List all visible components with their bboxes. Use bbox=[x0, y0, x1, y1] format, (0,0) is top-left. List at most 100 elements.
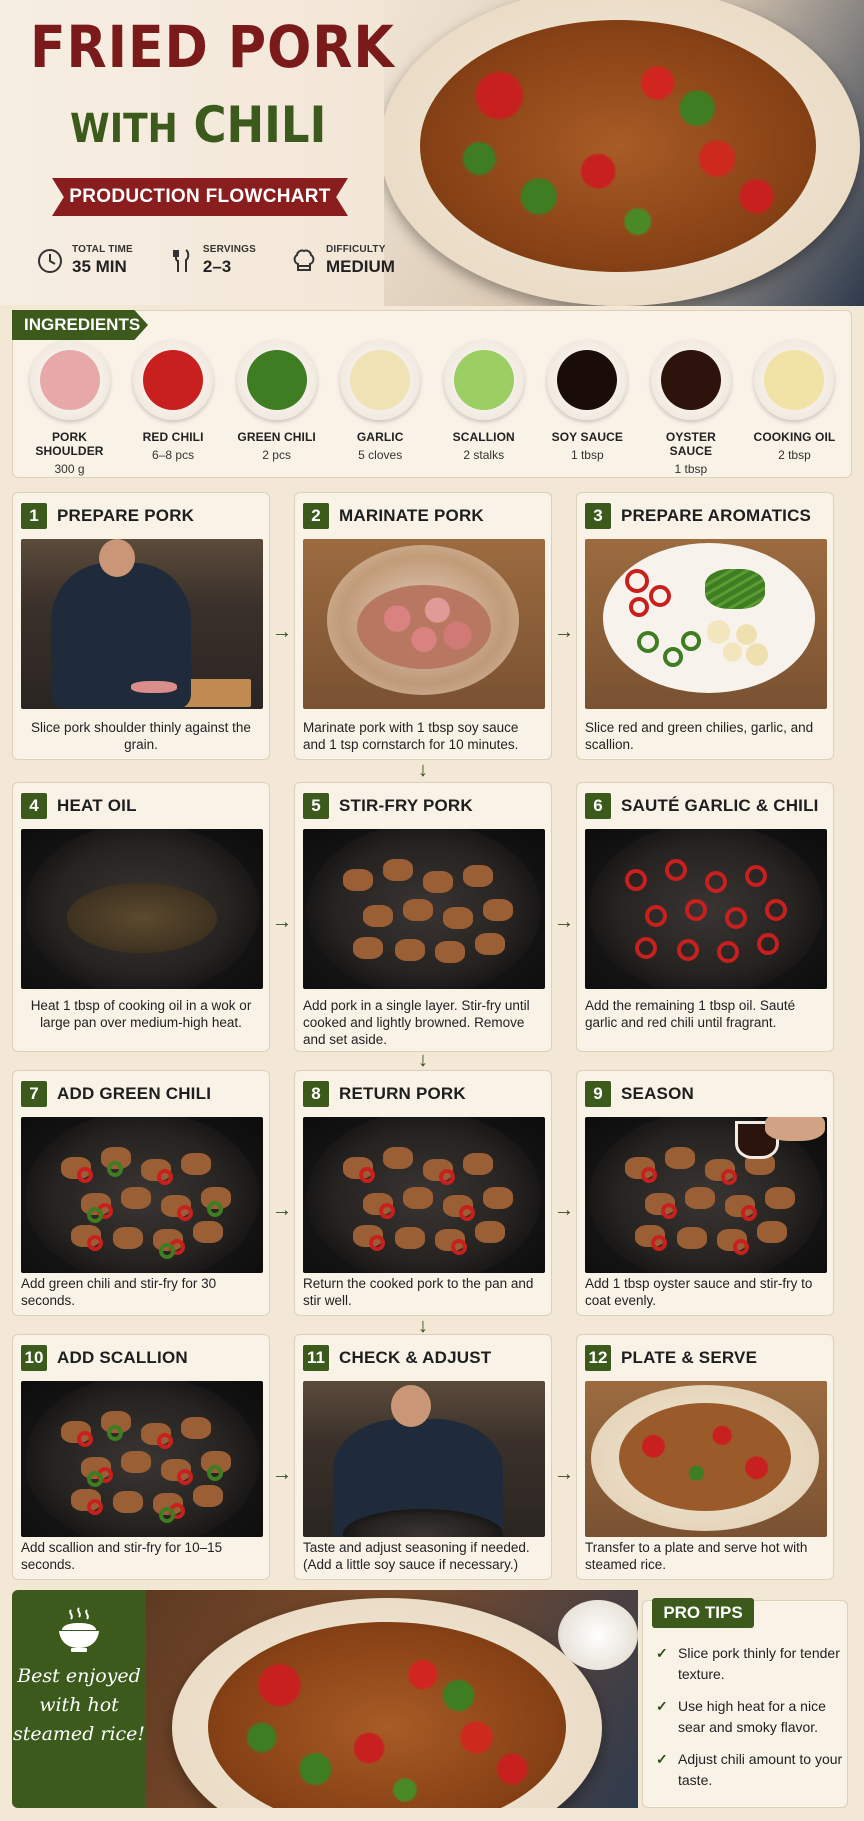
hero-dish-image bbox=[384, 0, 864, 306]
step-number-badge: 4 bbox=[21, 793, 47, 819]
step-number-badge: 5 bbox=[303, 793, 329, 819]
step-photo bbox=[21, 1117, 263, 1273]
ingredient-qty: 5 cloves bbox=[358, 448, 403, 462]
step-title: PREPARE PORK bbox=[57, 506, 195, 525]
ingredient-bowl-image bbox=[547, 340, 628, 420]
ingredient-name: OYSTER SAUCE bbox=[665, 430, 716, 458]
ingredient-bowl-image bbox=[650, 340, 731, 420]
step-card-1: 1 PREPARE PORK Slice pork shoulder thinly … bbox=[12, 492, 270, 760]
step-title: ADD GREEN CHILI bbox=[57, 1084, 212, 1103]
serving-note-panel: Best enjoyed with hot steamed rice! bbox=[12, 1590, 146, 1808]
step-card-8: 8 RETURN PORK Return the cooked pork to th… bbox=[294, 1070, 552, 1316]
ingredient-item: COOKING OIL 2 tbsp bbox=[747, 340, 842, 476]
fork-knife-icon bbox=[167, 247, 195, 275]
step-card-10: 10 ADD SCALLION Add scallion and stir-fry … bbox=[12, 1334, 270, 1580]
step-photo bbox=[21, 539, 263, 709]
step-title: PREPARE AROMATICS bbox=[621, 506, 812, 525]
ingredient-item: SOY SAUCE 1 tbsp bbox=[540, 340, 635, 476]
ingredients-list: PORK SHOULDER 300 g RED CHILI 6–8 pcs GREEN … bbox=[22, 340, 842, 476]
flow-arrow-right-icon: → bbox=[272, 1199, 292, 1221]
ingredient-qty: 300 g bbox=[54, 462, 85, 476]
ingredient-qty: 2 stalks bbox=[463, 448, 505, 462]
page-title: FRIED PORK bbox=[30, 13, 395, 81]
ingredient-qty: 2 tbsp bbox=[778, 448, 811, 462]
ingredient-item: SCALLION 2 stalks bbox=[436, 340, 531, 476]
tip-item: ✓ Adjust chili amount to your taste. bbox=[656, 1749, 846, 1791]
step-description: Return the cooked pork to the pan and st… bbox=[303, 1276, 534, 1308]
ingredient-item: GARLIC 5 cloves bbox=[333, 340, 428, 476]
ingredient-item: OYSTER SAUCE 1 tbsp bbox=[643, 340, 738, 476]
step-photo bbox=[21, 1381, 263, 1537]
step-number-badge: 6 bbox=[585, 793, 611, 819]
flow-arrow-down-icon: ↓ bbox=[418, 1315, 428, 1337]
step-card-12: 12 PLATE & SERVE Transfer to a plate and s… bbox=[576, 1334, 834, 1580]
step-photo bbox=[303, 829, 545, 989]
step-number-badge: 10 bbox=[21, 1345, 47, 1371]
step-title: STIR-FRY PORK bbox=[339, 796, 473, 815]
ingredient-item: RED CHILI 6–8 pcs bbox=[126, 340, 221, 476]
ingredient-item: PORK SHOULDER 300 g bbox=[22, 340, 117, 476]
ingredient-qty: 1 tbsp bbox=[674, 462, 708, 476]
page-title-line2: WITH CHILI bbox=[70, 100, 326, 150]
stat-value: 35 MIN bbox=[72, 257, 127, 276]
step-card-5: 5 STIR-FRY PORK Add pork in a single layer… bbox=[294, 782, 552, 1052]
stat-difficulty: DIFFICULTY MEDIUM bbox=[290, 244, 395, 277]
step-photo bbox=[303, 1381, 545, 1537]
step-card-3: 3 PREPARE AROMATICS Slice red and green ch… bbox=[576, 492, 834, 760]
ingredient-name: PORK SHOULDER bbox=[35, 430, 104, 458]
flow-arrow-right-icon: → bbox=[554, 1199, 574, 1221]
step-card-4: 4 HEAT OIL Heat 1 tbsp of cooking oil in a… bbox=[12, 782, 270, 1052]
chef-hat-icon bbox=[290, 247, 318, 275]
check-icon: ✓ bbox=[656, 1751, 668, 1767]
ingredient-qty: 6–8 pcs bbox=[152, 448, 195, 462]
check-icon: ✓ bbox=[656, 1645, 668, 1661]
flow-arrow-down-icon: ↓ bbox=[418, 1049, 428, 1071]
ingredient-bowl-image bbox=[236, 340, 317, 420]
step-photo bbox=[585, 539, 827, 709]
step-description: Transfer to a plate and serve hot with s… bbox=[585, 1540, 808, 1572]
step-description: Marinate pork with 1 tbsp soy sauce and … bbox=[303, 720, 519, 752]
step-title: SAUTÉ GARLIC & CHILI bbox=[621, 796, 819, 815]
step-photo bbox=[585, 1117, 827, 1273]
step-description: Add scallion and stir-fry for 10–15 seco… bbox=[21, 1540, 223, 1572]
flow-arrow-right-icon: → bbox=[272, 911, 292, 933]
step-title: PLATE & SERVE bbox=[621, 1348, 758, 1367]
step-title: RETURN PORK bbox=[339, 1084, 466, 1103]
flow-arrow-right-icon: → bbox=[554, 911, 574, 933]
step-description: Slice pork shoulder thinly against the g… bbox=[31, 720, 251, 752]
step-number-badge: 3 bbox=[585, 503, 611, 529]
step-card-11: 11 CHECK & ADJUST Taste and adjust seasoni… bbox=[294, 1334, 552, 1580]
ingredients-label: INGREDIENTS bbox=[12, 310, 148, 340]
step-title: CHECK & ADJUST bbox=[339, 1348, 492, 1367]
step-number-badge: 12 bbox=[585, 1345, 611, 1371]
ingredient-qty: 2 pcs bbox=[262, 448, 291, 462]
ingredient-bowl-image bbox=[133, 340, 214, 420]
step-number-badge: 11 bbox=[303, 1345, 329, 1371]
step-title: SEASON bbox=[621, 1084, 694, 1103]
step-photo bbox=[585, 1381, 827, 1537]
tip-text: Slice pork thinly for tender texture. bbox=[678, 1645, 840, 1682]
step-title: MARINATE PORK bbox=[339, 506, 484, 525]
step-number-badge: 2 bbox=[303, 503, 329, 529]
ingredient-qty: 1 tbsp bbox=[570, 448, 604, 462]
step-title: ADD SCALLION bbox=[57, 1348, 188, 1367]
title-chili: CHILI bbox=[193, 96, 327, 154]
ingredient-item: GREEN CHILI 2 pcs bbox=[229, 340, 324, 476]
step-photo bbox=[303, 1117, 545, 1273]
stat-servings: SERVINGS 2–3 bbox=[167, 244, 256, 277]
ingredient-name: RED CHILI bbox=[142, 430, 204, 444]
step-number-badge: 1 bbox=[21, 503, 47, 529]
step-card-2: 2 MARINATE PORK Marinate pork with 1 tbsp … bbox=[294, 492, 552, 760]
final-dish-image bbox=[146, 1590, 638, 1808]
step-card-9: 9 SEASON Add 1 tbsp oyster sauce and stir-… bbox=[576, 1070, 834, 1316]
step-photo bbox=[585, 829, 827, 989]
step-description: Add pork in a single layer. Stir-fry unt… bbox=[303, 998, 530, 1047]
serving-note: Best enjoyed with hot steamed rice! bbox=[12, 1665, 146, 1745]
ingredient-name: SCALLION bbox=[452, 430, 515, 444]
step-title: HEAT OIL bbox=[57, 796, 137, 815]
flow-arrow-right-icon: → bbox=[554, 621, 574, 643]
recipe-stats: TOTAL TIME 35 MIN SERVINGS 2–3 DIFFICULTY M… bbox=[36, 244, 395, 277]
step-number-badge: 7 bbox=[21, 1081, 47, 1107]
ingredient-name: COOKING OIL bbox=[753, 430, 836, 444]
flow-arrow-right-icon: → bbox=[272, 621, 292, 643]
